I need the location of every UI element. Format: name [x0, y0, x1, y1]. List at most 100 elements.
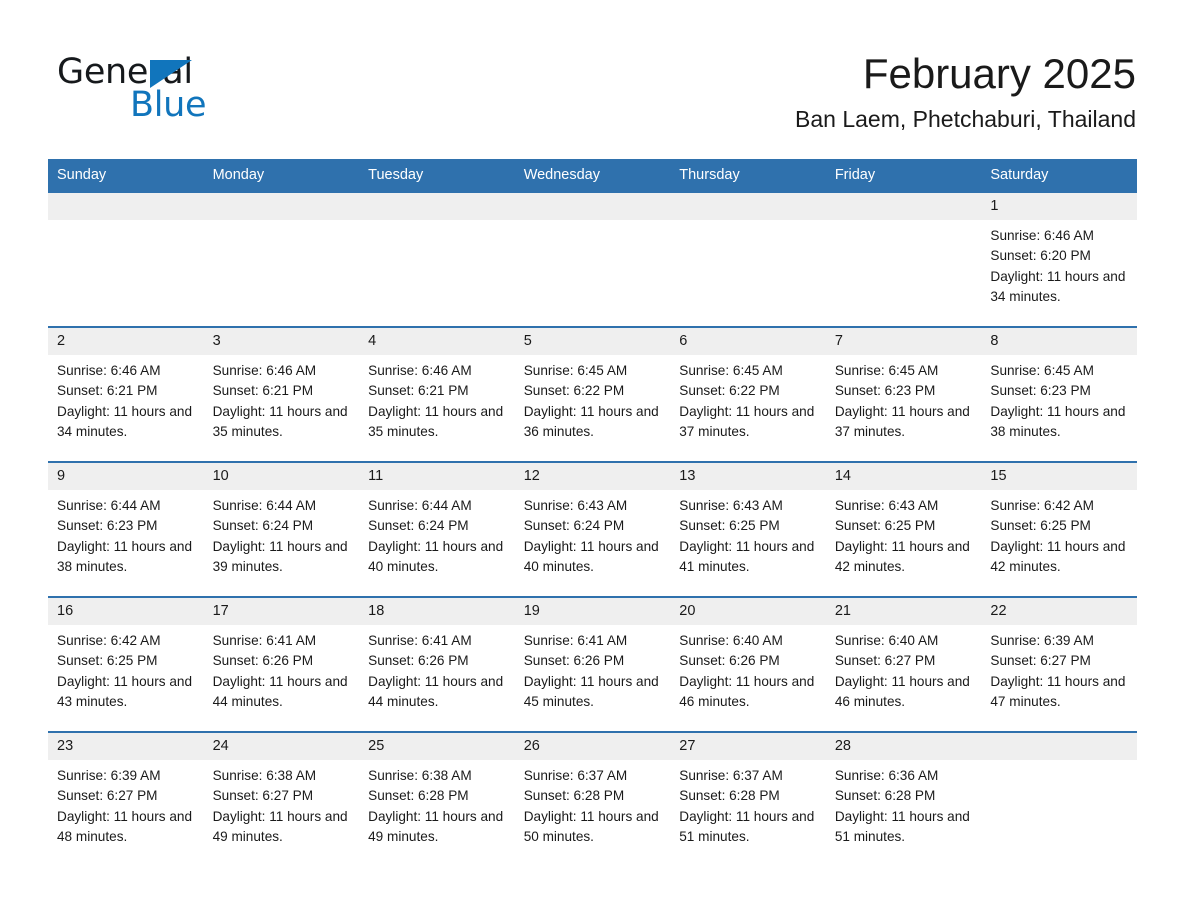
- calendar-day-cell[interactable]: 17 Sunrise: 6:41 AM Sunset: 6:26 PM Dayligh…: [203, 596, 360, 732]
- day-number: 23: [48, 733, 204, 760]
- calendar-day-cell-empty: [48, 191, 204, 327]
- calendar-day-cell[interactable]: 11 Sunrise: 6:44 AM Sunset: 6:24 PM Dayligh…: [359, 461, 515, 597]
- calendar-day-cell[interactable]: 9 Sunrise: 6:44 AM Sunset: 6:23 PM Daylight…: [48, 461, 204, 597]
- calendar-day-cell[interactable]: 23 Sunrise: 6:39 AM Sunset: 6:27 PM Dayligh…: [48, 731, 204, 867]
- day-number: 24: [203, 733, 360, 760]
- sunset-text: Sunset: 6:26 PM: [212, 653, 314, 669]
- brand-logo[interactable]: General Blue: [57, 52, 357, 132]
- sunrise-text: Sunrise: 6:41 AM: [368, 633, 472, 648]
- triangle-icon: [150, 60, 192, 88]
- calendar-day-cell[interactable]: 12 Sunrise: 6:43 AM Sunset: 6:24 PM Dayligh…: [514, 461, 671, 597]
- daylight-text: Daylight: 11 hours and 42 minutes.: [834, 538, 970, 574]
- sunrise-text: Sunrise: 6:37 AM: [679, 768, 783, 783]
- day-details: Sunrise: 6:37 AM Sunset: 6:28 PM Daylight:…: [670, 760, 826, 847]
- calendar-day-cell[interactable]: 15 Sunrise: 6:42 AM Sunset: 6:25 PM Dayligh…: [981, 461, 1137, 597]
- weekday-header-saturday: Saturday: [981, 159, 1137, 192]
- calendar-day-cell[interactable]: 10 Sunrise: 6:44 AM Sunset: 6:24 PM Dayligh…: [203, 461, 360, 597]
- daylight-text: Daylight: 11 hours and 42 minutes.: [990, 538, 1126, 574]
- sunset-text: Sunset: 6:26 PM: [523, 653, 625, 669]
- calendar-day-cell[interactable]: 13 Sunrise: 6:43 AM Sunset: 6:25 PM Dayligh…: [670, 461, 826, 597]
- daylight-text: Daylight: 11 hours and 47 minutes.: [990, 673, 1126, 709]
- calendar-day-cell[interactable]: 7 Sunrise: 6:45 AM Sunset: 6:23 PM Daylight…: [825, 326, 982, 462]
- day-number: [359, 193, 515, 220]
- calendar-day-cell[interactable]: 22 Sunrise: 6:39 AM Sunset: 6:27 PM Dayligh…: [981, 596, 1137, 732]
- sunset-text: Sunset: 6:25 PM: [679, 518, 780, 534]
- calendar-day-cell[interactable]: 3 Sunrise: 6:46 AM Sunset: 6:21 PM Daylight…: [203, 326, 360, 462]
- daylight-text: Daylight: 11 hours and 51 minutes.: [834, 808, 970, 844]
- daylight-text: Daylight: 11 hours and 37 minutes.: [679, 403, 815, 439]
- calendar-day-cell[interactable]: 6 Sunrise: 6:45 AM Sunset: 6:22 PM Daylight…: [670, 326, 826, 462]
- day-details: Sunrise: 6:39 AM Sunset: 6:27 PM Daylight:…: [48, 760, 204, 847]
- sunrise-text: Sunrise: 6:44 AM: [368, 498, 472, 513]
- daylight-text: Daylight: 11 hours and 50 minutes.: [523, 808, 659, 844]
- calendar-day-cell[interactable]: 1 Sunrise: 6:46 AM Sunset: 6:20 PM Daylight…: [981, 191, 1137, 327]
- calendar-week-row: 16 Sunrise: 6:42 AM Sunset: 6:25 PM Dayligh…: [48, 596, 1137, 732]
- calendar-day-cell-empty: [359, 191, 515, 327]
- calendar-day-cell[interactable]: 27 Sunrise: 6:37 AM Sunset: 6:28 PM Dayligh…: [670, 731, 826, 867]
- sunset-text: Sunset: 6:27 PM: [212, 788, 314, 804]
- day-details: Sunrise: 6:40 AM Sunset: 6:26 PM Daylight:…: [670, 625, 826, 712]
- day-details: Sunrise: 6:46 AM Sunset: 6:21 PM Daylight:…: [204, 355, 360, 442]
- sunrise-text: Sunrise: 6:46 AM: [990, 228, 1094, 243]
- day-number: 12: [514, 463, 671, 490]
- sunset-text: Sunset: 6:21 PM: [368, 383, 469, 399]
- sunrise-text: Sunrise: 6:42 AM: [990, 498, 1094, 513]
- calendar-day-cell[interactable]: 8 Sunrise: 6:45 AM Sunset: 6:23 PM Daylight…: [981, 326, 1137, 462]
- sunrise-text: Sunrise: 6:41 AM: [212, 633, 317, 648]
- sunrise-text: Sunrise: 6:37 AM: [523, 768, 628, 783]
- sunset-text: Sunset: 6:24 PM: [212, 518, 314, 534]
- day-number: 28: [825, 733, 982, 760]
- day-details: Sunrise: 6:42 AM Sunset: 6:25 PM Daylight:…: [48, 625, 204, 712]
- sunset-text: Sunset: 6:28 PM: [834, 788, 936, 804]
- title-block: February 2025 Ban Laem, Phetchaburi, Tha…: [795, 48, 1136, 133]
- day-number: [981, 733, 1137, 760]
- sunset-text: Sunset: 6:27 PM: [990, 653, 1091, 669]
- day-number: 18: [359, 598, 515, 625]
- sunset-text: Sunset: 6:23 PM: [834, 383, 936, 399]
- day-number: 9: [48, 463, 204, 490]
- sunset-text: Sunset: 6:21 PM: [57, 383, 158, 399]
- sunrise-text: Sunrise: 6:44 AM: [212, 498, 317, 513]
- calendar-day-cell[interactable]: 16 Sunrise: 6:42 AM Sunset: 6:25 PM Dayligh…: [48, 596, 204, 732]
- sunrise-text: Sunrise: 6:36 AM: [834, 768, 939, 783]
- calendar-body: 1 Sunrise: 6:46 AM Sunset: 6:20 PM Daylight…: [48, 191, 1137, 867]
- daylight-text: Daylight: 11 hours and 40 minutes.: [523, 538, 659, 574]
- calendar-day-cell[interactable]: 19 Sunrise: 6:41 AM Sunset: 6:26 PM Dayligh…: [514, 596, 671, 732]
- day-number: 8: [981, 328, 1137, 355]
- calendar-day-cell-empty: [203, 191, 360, 327]
- daylight-text: Daylight: 11 hours and 44 minutes.: [212, 673, 348, 709]
- calendar-day-cell[interactable]: 21 Sunrise: 6:40 AM Sunset: 6:27 PM Dayligh…: [825, 596, 982, 732]
- day-details: Sunrise: 6:41 AM Sunset: 6:26 PM Daylight:…: [515, 625, 671, 712]
- day-details: Sunrise: 6:44 AM Sunset: 6:24 PM Daylight:…: [204, 490, 360, 577]
- daylight-text: Daylight: 11 hours and 34 minutes.: [57, 403, 193, 439]
- calendar-day-cell[interactable]: 4 Sunrise: 6:46 AM Sunset: 6:21 PM Daylight…: [359, 326, 515, 462]
- day-number: [514, 193, 671, 220]
- day-number: 7: [825, 328, 982, 355]
- day-number: [825, 193, 982, 220]
- day-number: 4: [359, 328, 515, 355]
- calendar-header-row: Sunday Monday Tuesday Wednesday Thursday…: [48, 159, 1137, 192]
- calendar-day-cell[interactable]: 24 Sunrise: 6:38 AM Sunset: 6:27 PM Dayligh…: [203, 731, 360, 867]
- sunset-text: Sunset: 6:25 PM: [834, 518, 936, 534]
- calendar-day-cell[interactable]: 20 Sunrise: 6:40 AM Sunset: 6:26 PM Dayligh…: [670, 596, 826, 732]
- calendar-day-cell[interactable]: 2 Sunrise: 6:46 AM Sunset: 6:21 PM Daylight…: [48, 326, 204, 462]
- day-number: 26: [514, 733, 671, 760]
- calendar-day-cell[interactable]: 26 Sunrise: 6:37 AM Sunset: 6:28 PM Dayligh…: [514, 731, 671, 867]
- daylight-text: Daylight: 11 hours and 46 minutes.: [679, 673, 815, 709]
- calendar-day-cell[interactable]: 14 Sunrise: 6:43 AM Sunset: 6:25 PM Dayligh…: [825, 461, 982, 597]
- calendar-day-cell[interactable]: 5 Sunrise: 6:45 AM Sunset: 6:22 PM Daylight…: [514, 326, 671, 462]
- day-number: 21: [825, 598, 982, 625]
- calendar-day-cell[interactable]: 25 Sunrise: 6:38 AM Sunset: 6:28 PM Dayligh…: [359, 731, 515, 867]
- sunset-text: Sunset: 6:25 PM: [57, 653, 158, 669]
- calendar-day-cell[interactable]: 18 Sunrise: 6:41 AM Sunset: 6:26 PM Dayligh…: [359, 596, 515, 732]
- sunset-text: Sunset: 6:28 PM: [368, 788, 469, 804]
- sunrise-text: Sunrise: 6:40 AM: [679, 633, 783, 648]
- day-details: Sunrise: 6:45 AM Sunset: 6:22 PM Daylight:…: [515, 355, 671, 442]
- page-header: General Blue February 2025 Ban Laem, Phe…: [0, 0, 1188, 150]
- sunrise-text: Sunrise: 6:45 AM: [990, 363, 1094, 378]
- sunrise-text: Sunrise: 6:43 AM: [523, 498, 628, 513]
- sunset-text: Sunset: 6:23 PM: [57, 518, 158, 534]
- day-details: Sunrise: 6:44 AM Sunset: 6:23 PM Daylight:…: [48, 490, 204, 577]
- day-details: Sunrise: 6:45 AM Sunset: 6:22 PM Daylight:…: [670, 355, 826, 442]
- calendar-day-cell[interactable]: 28 Sunrise: 6:36 AM Sunset: 6:28 PM Dayligh…: [825, 731, 982, 867]
